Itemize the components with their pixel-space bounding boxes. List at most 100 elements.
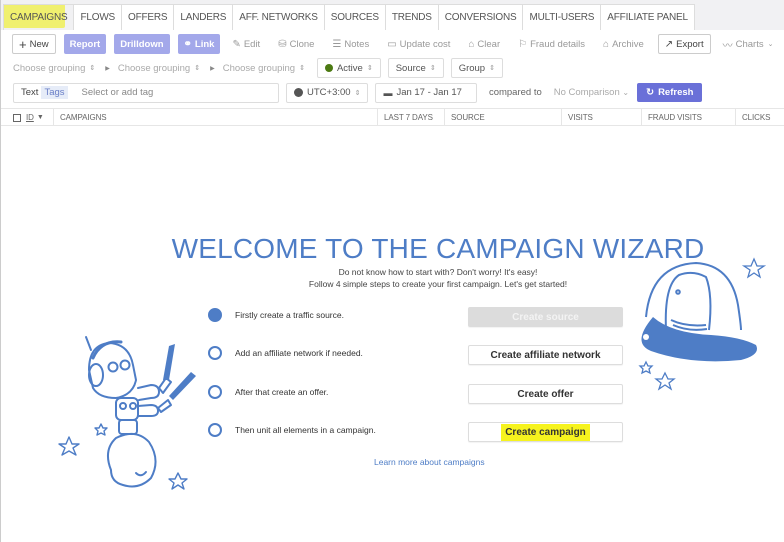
column-label: ID xyxy=(26,113,34,122)
tab-label: CONVERSIONS xyxy=(444,12,517,23)
tab-label: CAMPAIGNS xyxy=(10,12,68,23)
column-id[interactable]: ID ▼ xyxy=(7,109,44,126)
column-fraud-visits[interactable]: FRAUD VISITS xyxy=(641,109,702,126)
report-button[interactable]: Report xyxy=(63,34,107,54)
charts-button[interactable]: 〰 Charts ⌄ xyxy=(719,34,778,54)
table-header: ID ▼ CAMPAIGNS LAST 7 DAYS SOURCE VISITS … xyxy=(1,108,784,126)
updown-icon: ⇕ xyxy=(489,65,495,72)
column-campaigns[interactable]: CAMPAIGNS xyxy=(53,109,107,126)
column-label: LAST 7 DAYS xyxy=(384,113,433,122)
chevron-down-icon: ⌄ xyxy=(767,41,774,48)
wizard-step-1: Firstly create a traffic source. xyxy=(208,308,344,322)
select-all-checkbox[interactable] xyxy=(13,113,21,122)
plus-icon: + xyxy=(19,36,27,52)
chart-line-icon: 〰 xyxy=(722,40,733,52)
fraud-details-button[interactable]: ⚐ Fraud details xyxy=(514,34,589,54)
robot-illustration xyxy=(58,336,196,490)
grouping-select-3[interactable]: Choose grouping ⇕ xyxy=(223,63,305,74)
tab-affiliate-panel[interactable]: AFFILIATE PANEL xyxy=(600,4,695,30)
link-button[interactable]: ⚭ Link xyxy=(177,34,221,54)
grouping-placeholder: Choose grouping xyxy=(13,62,86,74)
tag-filter-input[interactable]: Text Tags Select or add tag xyxy=(13,82,279,103)
tab-landers[interactable]: LANDERS xyxy=(173,4,234,30)
drilldown-label: Drilldown xyxy=(120,38,164,50)
step-text: Firstly create a traffic source. xyxy=(235,310,344,320)
wallet-icon: ▭ xyxy=(387,38,397,50)
tab-offers[interactable]: OFFERS xyxy=(121,4,175,30)
tab-multi-users[interactable]: MULTI-USERS xyxy=(522,4,602,30)
trash-icon: ⌂ xyxy=(468,38,475,50)
tab-label: TRENDS xyxy=(391,12,432,23)
column-visits[interactable]: VISITS xyxy=(561,109,593,126)
clear-button[interactable]: ⌂ Clear xyxy=(464,34,504,54)
tab-sources[interactable]: SOURCES xyxy=(323,4,386,30)
tags-mode-toggle[interactable]: Tags xyxy=(41,86,68,99)
button-label: Create campaign xyxy=(501,423,590,441)
app-window: CAMPAIGNS FLOWS OFFERS LANDERS AFF. NETW… xyxy=(0,0,784,542)
updown-icon: ⇕ xyxy=(89,65,96,72)
clone-button[interactable]: ⛁ Clone xyxy=(274,34,318,54)
grouping-placeholder: Choose grouping xyxy=(222,62,296,74)
column-last-7-days[interactable]: LAST 7 DAYS xyxy=(377,109,433,126)
comparison-select[interactable]: No Comparison ⌄ xyxy=(554,87,629,98)
edit-button[interactable]: ✎ Edit xyxy=(228,34,264,54)
group-select[interactable]: Group ⇕ xyxy=(450,58,503,78)
bookmark-icon: ⚐ xyxy=(518,38,528,50)
tab-aff-networks[interactable]: AFF. NETWORKS xyxy=(232,4,325,30)
grouping-select-1[interactable]: Choose grouping ⇕ xyxy=(13,63,95,74)
archive-label: Archive xyxy=(612,38,644,50)
updown-icon: ⇕ xyxy=(299,65,305,72)
main-tabs: CAMPAIGNS FLOWS OFFERS LANDERS AFF. NETW… xyxy=(1,0,784,30)
calendar-icon: ▬ xyxy=(383,87,393,98)
refresh-button[interactable]: ↻ Refresh xyxy=(637,83,703,102)
create-offer-button[interactable]: Create offer xyxy=(468,384,623,404)
tab-label: MULTI-USERS xyxy=(529,12,595,23)
wizard-step-2: Add an affiliate network if needed. xyxy=(208,346,363,360)
grouping-placeholder: Choose grouping xyxy=(117,62,191,74)
refresh-icon: ↻ xyxy=(646,87,655,98)
text-mode-toggle[interactable]: Text xyxy=(21,87,38,98)
column-source[interactable]: SOURCE xyxy=(444,109,485,126)
tab-label: OFFERS xyxy=(128,12,168,23)
update-cost-button[interactable]: ▭ Update cost xyxy=(383,34,454,54)
create-source-button[interactable]: Create source xyxy=(468,307,623,327)
filter-row: Text Tags Select or add tag UTC+3:00 ⇕ ▬ J… xyxy=(1,82,703,103)
tab-label: FLOWS xyxy=(80,12,116,23)
column-clicks[interactable]: CLICKS xyxy=(735,109,770,126)
status-select[interactable]: Active ⇕ xyxy=(316,58,381,78)
notes-button[interactable]: ☰ Notes xyxy=(328,34,373,54)
tab-campaigns[interactable]: CAMPAIGNS xyxy=(3,4,75,30)
archive-icon: ⌂ xyxy=(603,38,610,50)
clone-icon: ⛁ xyxy=(278,38,287,50)
learn-more-link[interactable]: Learn more about campaigns xyxy=(374,457,485,467)
toolbar: + New Report Drilldown ⚭ Link ✎ Edit ⛁ Clone… xyxy=(1,33,784,55)
comparison-label: No Comparison xyxy=(553,87,620,98)
tab-label: AFFILIATE PANEL xyxy=(607,12,688,23)
tab-flows[interactable]: FLOWS xyxy=(73,4,123,30)
timezone-label: UTC+3:00 xyxy=(307,87,351,98)
sort-desc-icon: ▼ xyxy=(36,114,44,121)
alien-ship-illustration xyxy=(638,257,767,391)
drilldown-button[interactable]: Drilldown xyxy=(114,34,170,54)
grouping-select-2[interactable]: Choose grouping ⇕ xyxy=(118,63,200,74)
column-label: SOURCE xyxy=(451,113,485,122)
tab-trends[interactable]: TRENDS xyxy=(384,4,439,30)
button-label: Create offer xyxy=(517,388,574,400)
export-button[interactable]: ↗ Export xyxy=(657,34,711,54)
timezone-select[interactable]: UTC+3:00 ⇕ xyxy=(286,82,369,103)
date-range-picker[interactable]: ▬ Jan 17 - Jan 17 xyxy=(375,82,477,103)
new-button[interactable]: + New xyxy=(12,34,56,54)
tag-placeholder: Select or add tag xyxy=(81,87,154,98)
edit-label: Edit xyxy=(243,38,261,50)
tab-conversions[interactable]: CONVERSIONS xyxy=(437,4,524,30)
status-label: Active xyxy=(336,62,363,74)
updown-icon: ⇕ xyxy=(366,65,373,72)
source-label: Source xyxy=(395,62,426,74)
column-label: FRAUD VISITS xyxy=(648,113,702,122)
date-range-label: Jan 17 - Jan 17 xyxy=(396,87,462,98)
source-select[interactable]: Source ⇕ xyxy=(387,58,444,78)
archive-button[interactable]: ⌂ Archive xyxy=(599,34,648,54)
create-campaign-button[interactable]: Create campaign xyxy=(468,422,623,442)
chevron-down-icon: ⌄ xyxy=(622,88,630,97)
create-affiliate-network-button[interactable]: Create affiliate network xyxy=(468,345,623,365)
